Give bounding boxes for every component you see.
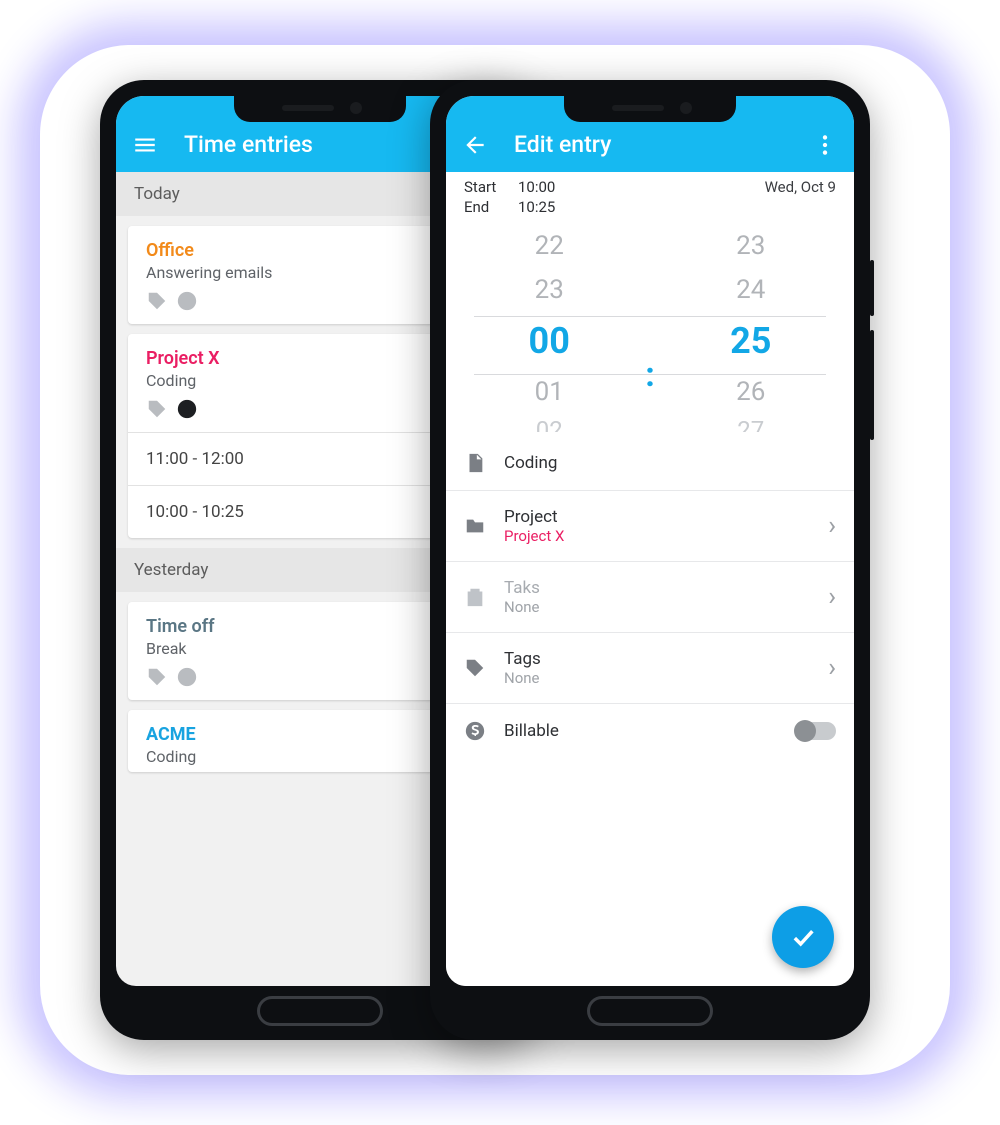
end-label: End xyxy=(464,198,518,216)
tag-icon xyxy=(464,657,504,679)
chevron-right-icon: › xyxy=(828,653,836,683)
project-label: Project xyxy=(504,507,828,527)
time-colon: : xyxy=(645,355,655,395)
time-wheel-picker[interactable]: 22 23 00 01 02 : 23 24 25 26 27 xyxy=(446,224,854,436)
minutes-wheel[interactable]: 23 24 25 26 27 xyxy=(709,224,793,432)
dollar-icon xyxy=(176,666,198,688)
hours-wheel[interactable]: 22 23 00 01 02 xyxy=(507,224,591,432)
phone-edit-entry: Edit entry Start 10:00 Wed, Oct 9 End 10… xyxy=(430,80,870,1040)
task-value: None xyxy=(504,598,828,616)
tags-value: None xyxy=(504,669,828,687)
note-icon xyxy=(464,452,504,474)
entry-date: Wed, Oct 9 xyxy=(765,178,836,196)
chevron-right-icon: › xyxy=(828,582,836,612)
clipboard-icon xyxy=(464,586,504,608)
end-time-row[interactable]: End 10:25 xyxy=(446,198,854,224)
dollar-icon xyxy=(176,290,198,312)
start-time-row[interactable]: Start 10:00 Wed, Oct 9 xyxy=(446,172,854,198)
billable-label: Billable xyxy=(504,721,796,741)
check-icon xyxy=(789,923,817,951)
save-fab[interactable] xyxy=(772,906,834,968)
page-title: Time entries xyxy=(184,131,313,158)
task-row[interactable]: Taks None › xyxy=(446,561,854,632)
project-row[interactable]: Project Project X › xyxy=(446,490,854,561)
project-value: Project X xyxy=(504,527,828,545)
billable-toggle[interactable] xyxy=(796,722,836,740)
tags-label: Tags xyxy=(504,649,828,669)
more-vert-icon[interactable] xyxy=(812,132,838,158)
tag-icon xyxy=(146,666,168,688)
dollar-icon xyxy=(464,720,504,742)
description-value: Coding xyxy=(504,453,836,473)
tag-icon xyxy=(146,398,168,420)
task-label: Taks xyxy=(504,578,828,598)
home-button[interactable] xyxy=(587,996,713,1026)
tags-row[interactable]: Tags None › xyxy=(446,632,854,703)
chevron-right-icon: › xyxy=(828,511,836,541)
dollar-icon xyxy=(176,398,198,420)
hamburger-icon[interactable] xyxy=(132,132,158,158)
home-button[interactable] xyxy=(257,996,383,1026)
start-value: 10:00 xyxy=(518,178,555,196)
description-row[interactable]: Coding xyxy=(446,436,854,490)
folder-icon xyxy=(464,515,504,537)
end-value: 10:25 xyxy=(518,198,555,216)
page-title: Edit entry xyxy=(514,131,611,158)
billable-row[interactable]: Billable xyxy=(446,703,854,758)
back-arrow-icon[interactable] xyxy=(462,132,488,158)
tag-icon xyxy=(146,290,168,312)
start-label: Start xyxy=(464,178,518,196)
